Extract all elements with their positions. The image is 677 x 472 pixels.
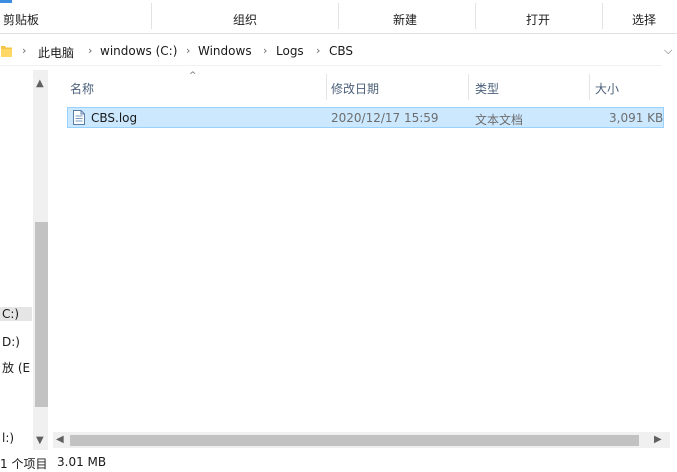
breadcrumb-this-pc[interactable]: 此电脑	[38, 44, 74, 61]
breadcrumb-cbs[interactable]: CBS	[329, 44, 353, 58]
breadcrumb-windows[interactable]: Windows	[198, 44, 252, 58]
file-type: 文本文档	[475, 113, 524, 127]
breadcrumb-drive-c[interactable]: windows (C:)	[100, 44, 177, 58]
breadcrumb-chevron-icon[interactable]: ›	[263, 44, 267, 57]
status-item-count: 1 个项目	[0, 457, 48, 471]
breadcrumb-chevron-icon[interactable]: ›	[88, 44, 92, 57]
text-file-icon	[73, 110, 85, 125]
ribbon-group-organize[interactable]: 组织	[233, 11, 257, 28]
status-bar: 1 个项目 3.01 MB	[0, 453, 677, 471]
file-size: 3,091 KB	[609, 111, 664, 125]
horizontal-scroll-thumb[interactable]	[70, 435, 639, 446]
breadcrumb-chevron-icon[interactable]: ›	[316, 44, 320, 57]
nav-item-drive-d[interactable]: D:)	[2, 335, 20, 349]
breadcrumb-chevron-icon[interactable]: ›	[22, 44, 26, 57]
ribbon-accent	[0, 0, 12, 3]
ribbon-separator	[602, 3, 603, 29]
nav-item-drive-other[interactable]: l:)	[2, 431, 14, 445]
nav-scroll-thumb[interactable]	[35, 222, 48, 407]
folder-icon	[1, 46, 12, 57]
scroll-left-icon[interactable]: ◀	[56, 434, 64, 445]
ribbon-group-open[interactable]: 打开	[526, 11, 550, 28]
ribbon-separator	[338, 3, 339, 29]
status-total-size: 3.01 MB	[57, 455, 107, 469]
ribbon: 剪贴板 组织 新建 打开 选择	[0, 0, 677, 34]
column-header-name[interactable]: 名称	[70, 80, 94, 97]
column-separator[interactable]	[589, 74, 590, 100]
column-separator[interactable]	[326, 74, 327, 100]
nav-item-drive-e[interactable]: 放 (E	[2, 359, 30, 376]
ribbon-group-new[interactable]: 新建	[393, 11, 417, 28]
ribbon-group-select[interactable]: 选择	[632, 11, 656, 28]
ribbon-separator	[475, 3, 476, 29]
breadcrumb-chevron-icon[interactable]: ›	[186, 44, 190, 57]
scroll-right-icon[interactable]: ▶	[654, 434, 662, 445]
column-header-type[interactable]: 类型	[475, 80, 499, 97]
column-header-size[interactable]: 大小	[595, 80, 619, 97]
breadcrumb-logs[interactable]: Logs	[276, 44, 304, 58]
nav-item-drive-c[interactable]: C:)	[0, 307, 32, 321]
file-modified-date: 2020/12/17 15:59	[331, 111, 439, 125]
address-bar[interactable]: › 此电脑 › windows (C:) › Windows › Logs › …	[0, 36, 677, 66]
column-separator[interactable]	[468, 74, 469, 100]
ribbon-separator	[151, 3, 152, 29]
address-path[interactable]: › 此电脑 › windows (C:) › Windows › Logs › …	[0, 36, 662, 66]
column-header-modified[interactable]: 修改日期	[331, 80, 379, 97]
file-name[interactable]: CBS.log	[91, 111, 137, 125]
scroll-up-icon[interactable]: ▲	[36, 78, 44, 89]
scroll-down-icon[interactable]: ▼	[36, 435, 44, 446]
sort-ascending-icon: ^	[189, 71, 197, 81]
navigation-pane: C:) D:) 放 (E l:) ▲ ▼	[0, 70, 50, 450]
ribbon-group-clipboard[interactable]: 剪贴板	[3, 11, 39, 28]
address-dropdown-icon[interactable]: ⌵	[664, 44, 672, 58]
